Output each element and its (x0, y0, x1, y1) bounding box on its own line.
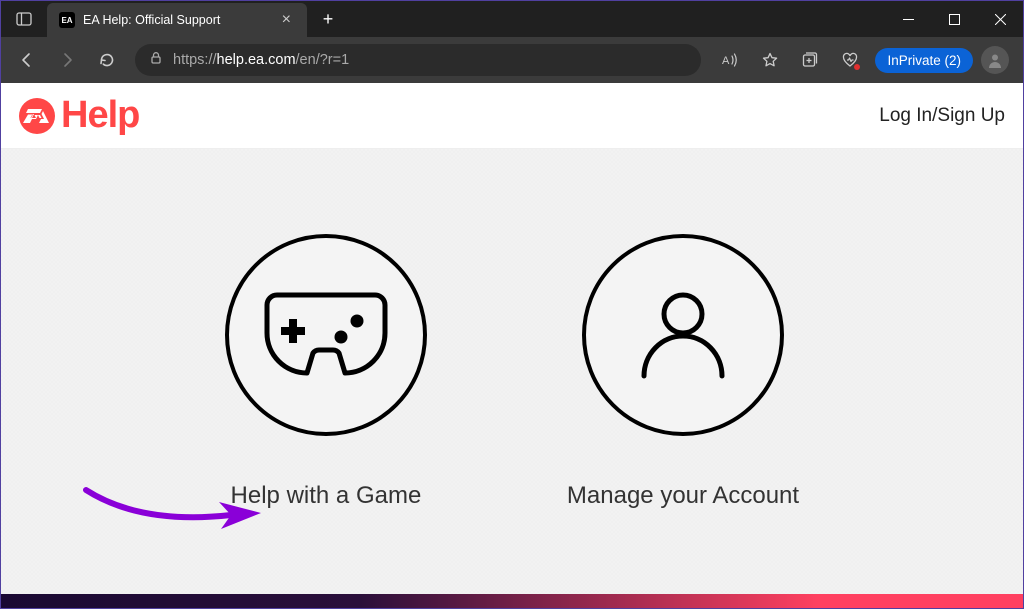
url-path: /en/?r=1 (296, 52, 350, 68)
ea-logo-icon (19, 98, 55, 134)
new-tab-button[interactable]: + (311, 5, 345, 33)
page-footer-accent (1, 594, 1023, 608)
profile-button[interactable] (981, 46, 1009, 74)
window-controls (885, 3, 1023, 35)
manage-account-label: Manage your Account (567, 482, 799, 510)
collections-button[interactable] (791, 42, 829, 78)
tab-actions-button[interactable] (7, 5, 41, 33)
read-aloud-button[interactable]: A (711, 42, 749, 78)
url-scheme: https:// (173, 52, 217, 68)
favorites-button[interactable] (751, 42, 789, 78)
url-host: help.ea.com (217, 52, 296, 68)
help-with-game-label: Help with a Game (231, 482, 422, 510)
browser-tab[interactable]: EA EA Help: Official Support × (47, 3, 307, 37)
page-content: Help Log In/Sign Up (1, 83, 1023, 608)
url-text: https://help.ea.com/en/?r=1 (173, 52, 349, 68)
performance-button[interactable] (831, 42, 869, 78)
svg-text:A: A (722, 55, 730, 67)
close-tab-button[interactable]: × (278, 10, 295, 30)
login-signup-link[interactable]: Log In/Sign Up (879, 105, 1005, 127)
refresh-button[interactable] (89, 42, 125, 78)
notification-dot-icon (854, 64, 860, 70)
minimize-button[interactable] (885, 3, 931, 35)
maximize-button[interactable] (931, 3, 977, 35)
help-options: Help with a Game Manage your Account (1, 149, 1023, 594)
lock-icon (149, 51, 163, 70)
browser-toolbar: https://help.ea.com/en/?r=1 A InPrivate … (1, 37, 1023, 83)
person-icon (582, 234, 784, 436)
back-button[interactable] (9, 42, 45, 78)
forward-button[interactable] (49, 42, 85, 78)
game-controller-icon (225, 234, 427, 436)
inprivate-indicator[interactable]: InPrivate (2) (875, 48, 973, 73)
tab-title: EA Help: Official Support (83, 13, 270, 27)
site-header: Help Log In/Sign Up (1, 83, 1023, 149)
browser-window: EA EA Help: Official Support × + (0, 0, 1024, 609)
window-titlebar: EA EA Help: Official Support × + (1, 1, 1023, 37)
ea-help-logo[interactable]: Help (19, 94, 139, 137)
help-logo-text: Help (61, 94, 139, 137)
manage-account-option[interactable]: Manage your Account (567, 234, 799, 510)
address-bar[interactable]: https://help.ea.com/en/?r=1 (135, 44, 701, 76)
ea-favicon-icon: EA (59, 12, 75, 28)
close-window-button[interactable] (977, 3, 1023, 35)
help-with-game-option[interactable]: Help with a Game (225, 234, 427, 510)
